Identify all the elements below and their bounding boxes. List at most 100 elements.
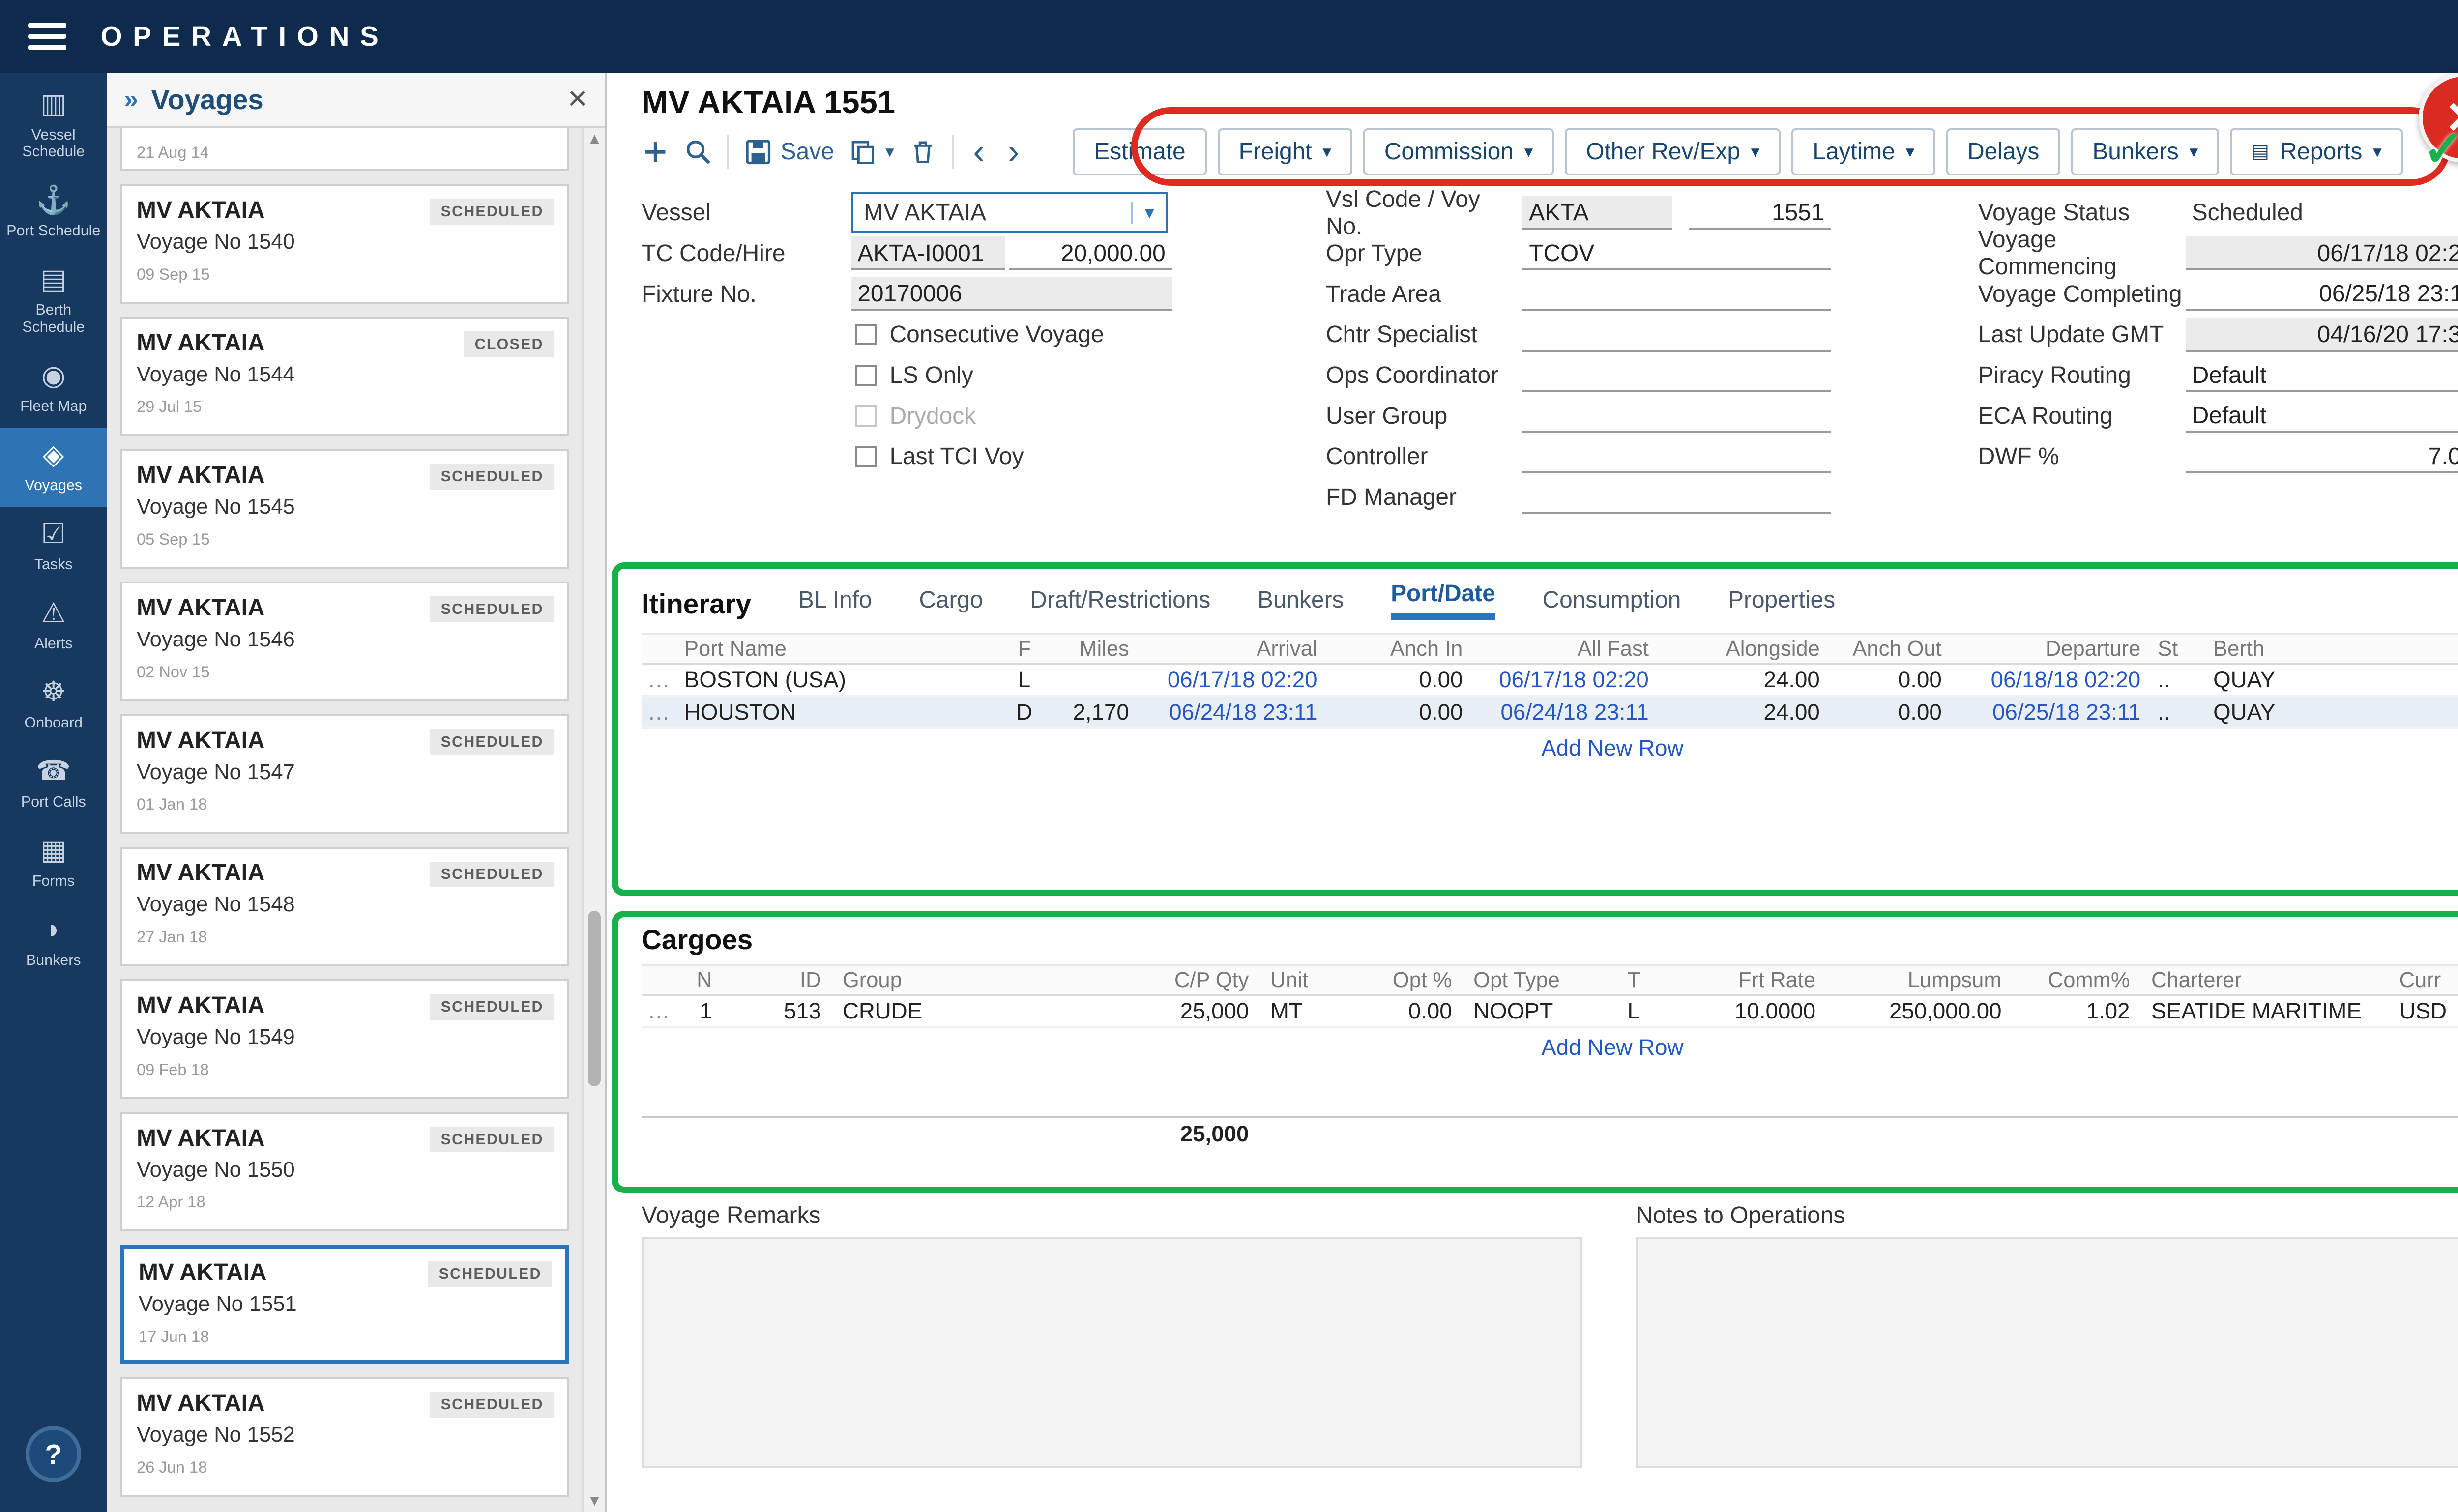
notes-to-operations-textarea[interactable] <box>1636 1237 2458 1468</box>
forms-icon: ▦ <box>40 834 66 866</box>
add-button[interactable] <box>642 138 670 166</box>
voyage-remarks-textarea[interactable] <box>642 1237 1582 1468</box>
itinerary-title: Itinerary <box>642 588 751 620</box>
sidebar-item-berth-schedule[interactable]: ▤ Berth Schedule <box>0 252 107 349</box>
last-update-gmt-field[interactable]: 04/16/20 17:35 <box>2186 318 2458 352</box>
checkbox[interactable] <box>855 324 877 346</box>
cargoes-add-new-row[interactable]: Add New Row <box>642 1035 2458 1060</box>
fleet-map-icon: ◉ <box>41 359 65 391</box>
cargoes-table: N ID Group C/P Qty Unit Opt % Opt Type T… <box>642 964 2458 1150</box>
tab-port-date[interactable]: Port/Date <box>1391 580 1495 620</box>
tc-hire-field[interactable]: 20,000.00 <box>1009 236 1172 271</box>
scroll-up-icon[interactable]: ▲ <box>584 130 606 147</box>
sidebar-item-fleet-map[interactable]: ◉ Fleet Map <box>0 349 107 428</box>
berth-schedule-icon: ▤ <box>40 263 66 295</box>
menu-estimate[interactable]: Estimate <box>1073 128 1206 175</box>
sidebar-item-port-schedule[interactable]: ⚓ Port Schedule <box>0 173 107 252</box>
toolbar-divider <box>727 135 729 169</box>
fixture-no-field[interactable]: 20170006 <box>851 277 1172 311</box>
row-handle-icon[interactable]: … <box>642 667 676 693</box>
scroll-down-icon[interactable]: ▼ <box>584 1492 606 1510</box>
voyage-card-1546[interactable]: MV AKTAIA SCHEDULED Voyage No 1546 02 No… <box>120 582 569 701</box>
ops-coordinator-field[interactable] <box>1522 358 1830 393</box>
help-button[interactable]: ? <box>26 1426 81 1482</box>
menu-freight[interactable]: Freight▾ <box>1218 128 1352 175</box>
tab-bl-info[interactable]: BL Info <box>798 586 872 620</box>
menu-reports[interactable]: ▤Reports▾ <box>2230 128 2403 175</box>
checkbox-consecutive-voyage[interactable]: Consecutive Voyage <box>642 314 1305 355</box>
next-voyage-button[interactable]: › <box>1004 137 1024 167</box>
voyage-completing-field[interactable]: 06/25/18 23:11 <box>2186 277 2458 311</box>
menu-commission[interactable]: Commission▾ <box>1363 128 1554 175</box>
menu-laytime[interactable]: Laytime▾ <box>1791 128 1935 175</box>
checkbox[interactable] <box>855 365 877 386</box>
collapse-panel-icon[interactable]: » <box>124 85 138 114</box>
checkbox-last-tci-voy[interactable]: Last TCI Voy <box>642 436 1305 477</box>
status-badge: SCHEDULED <box>430 862 554 887</box>
tab-properties[interactable]: Properties <box>1728 586 1835 620</box>
row-handle-icon[interactable]: … <box>642 699 676 725</box>
left-nav-rail: ▥ Vessel Schedule ⚓ Port Schedule ▤ Bert… <box>0 73 107 1512</box>
voyage-header-form: Vessel MV AKTAIA ▾ TC Code/Hire AKTA-I00… <box>642 192 2458 582</box>
checkbox[interactable] <box>855 446 877 467</box>
status-badge: SCHEDULED <box>428 1261 552 1287</box>
menu-bunkers[interactable]: Bunkers▾ <box>2071 128 2219 175</box>
tab-draft-restrictions[interactable]: Draft/Restrictions <box>1030 586 1210 620</box>
voyage-card-1548[interactable]: MV AKTAIA SCHEDULED Voyage No 1548 27 Ja… <box>120 847 569 967</box>
sidebar-item-onboard[interactable]: ☸ Onboard <box>0 665 107 744</box>
hamburger-menu-icon[interactable] <box>28 23 66 51</box>
fd-manager-field[interactable] <box>1522 480 1830 514</box>
sidebar-item-forms[interactable]: ▦ Forms <box>0 823 107 902</box>
vessel-select[interactable]: MV AKTAIA ▾ <box>851 192 1168 233</box>
notes-to-operations-label: Notes to Operations <box>1636 1202 2458 1229</box>
voyages-scrollbar[interactable]: ▲ ▼ <box>582 128 606 1512</box>
dwf-field[interactable]: 7.00 <box>2186 439 2458 474</box>
menu-delays[interactable]: Delays <box>1946 128 2061 175</box>
menu-other-rev-exp[interactable]: Other Rev/Exp▾ <box>1565 128 1781 175</box>
voyage-card-1549[interactable]: MV AKTAIA SCHEDULED Voyage No 1549 09 Fe… <box>120 979 569 1099</box>
itinerary-add-new-row[interactable]: Add New Row <box>642 735 2458 761</box>
tab-cargo[interactable]: Cargo <box>919 586 983 620</box>
row-handle-icon[interactable]: … <box>642 998 676 1024</box>
page-title: MV AKTAIA 1551 <box>642 84 895 120</box>
voyage-card-1547[interactable]: MV AKTAIA SCHEDULED Voyage No 1547 01 Ja… <box>120 714 569 834</box>
voyage-commencing-field[interactable]: 06/17/18 02:20 <box>2186 236 2458 271</box>
operations-app: OPERATIONS Network Analytics Inbox Docum… <box>0 0 2458 1512</box>
delete-button[interactable] <box>909 138 937 166</box>
scrollbar-thumb[interactable] <box>588 911 601 1086</box>
copy-button[interactable]: ▾ <box>849 138 894 166</box>
save-button[interactable]: Save <box>744 138 834 166</box>
piracy-routing-field[interactable]: Default <box>2186 358 2458 393</box>
voyage-card-1540[interactable]: MV AKTAIA SCHEDULED Voyage No 1540 09 Se… <box>120 184 569 304</box>
tc-code-field[interactable]: AKTA-I0001 <box>851 236 1005 271</box>
sidebar-item-port-calls[interactable]: ☎ Port Calls <box>0 744 107 823</box>
voyage-card-1550[interactable]: MV AKTAIA SCHEDULED Voyage No 1550 12 Ap… <box>120 1112 569 1232</box>
sidebar-item-vessel-schedule[interactable]: ▥ Vessel Schedule <box>0 77 107 174</box>
voy-no-field[interactable]: 1551 <box>1689 196 1830 230</box>
sidebar-item-alerts[interactable]: ⚠ Alerts <box>0 586 107 665</box>
voyage-card-1545[interactable]: MV AKTAIA SCHEDULED Voyage No 1545 05 Se… <box>120 449 569 569</box>
voyage-card-1551-selected[interactable]: MV AKTAIA SCHEDULED Voyage No 1551 17 Ju… <box>120 1245 569 1365</box>
controller-field[interactable] <box>1522 439 1830 474</box>
tab-bunkers[interactable]: Bunkers <box>1258 586 1344 620</box>
sidebar-item-voyages[interactable]: ◈ Voyages <box>0 428 107 507</box>
sidebar-item-bunkers[interactable]: ◗ Bunkers <box>0 902 107 982</box>
checkbox-ls-only[interactable]: LS Only <box>642 355 1305 396</box>
user-group-field[interactable] <box>1522 399 1830 433</box>
trade-area-field[interactable] <box>1522 277 1830 311</box>
close-icon[interactable]: ✕ <box>567 85 588 114</box>
search-icon[interactable] <box>684 138 712 166</box>
cargo-row-crude[interactable]: … 1 513 CRUDE 25,000 MT 0.00 NOOPT L 10.… <box>642 996 2458 1028</box>
voyage-card-1544[interactable]: MV AKTAIA CLOSED Voyage No 1544 29 Jul 1… <box>120 317 569 436</box>
voyage-card-1552[interactable]: MV AKTAIA SCHEDULED Voyage No 1552 26 Ju… <box>120 1377 569 1497</box>
tab-consumption[interactable]: Consumption <box>1543 586 1681 620</box>
vsl-code-field[interactable]: AKTA <box>1522 196 1672 230</box>
prev-voyage-button[interactable]: ‹ <box>969 137 989 167</box>
opr-type-field[interactable]: TCOV <box>1522 236 1830 271</box>
itinerary-row-boston[interactable]: … BOSTON (USA) L 06/17/18 02:20 0.00 06/… <box>642 665 2458 697</box>
chtr-specialist-field[interactable] <box>1522 318 1830 352</box>
voyage-card-partial[interactable]: 21 Aug 14 <box>120 128 569 171</box>
sidebar-item-tasks[interactable]: ☑ Tasks <box>0 507 107 586</box>
eca-routing-field[interactable]: Default <box>2186 399 2458 433</box>
itinerary-row-houston[interactable]: … HOUSTON D 2,170 06/24/18 23:11 0.00 06… <box>642 697 2458 729</box>
